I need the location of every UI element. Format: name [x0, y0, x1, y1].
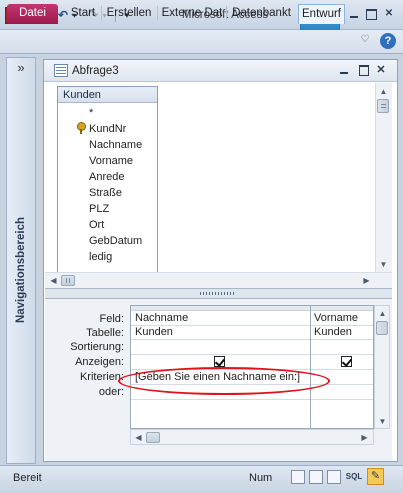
- tab-create[interactable]: Erstellen: [104, 4, 154, 24]
- scroll-right-icon[interactable]: ▶: [359, 273, 374, 288]
- field-item[interactable]: KundNr: [89, 121, 126, 137]
- navigation-pane-label[interactable]: Navigationsbereich: [6, 190, 36, 350]
- row-label-criteria: Kriterien:: [79, 371, 124, 383]
- grid-cell-table[interactable]: Kunden: [314, 325, 352, 339]
- row-label-table: Tabelle:: [86, 327, 124, 339]
- show-checkbox[interactable]: [341, 356, 352, 367]
- sql-view-icon[interactable]: SQL: [344, 470, 364, 484]
- navigation-pane-label-text: Navigationsbereich: [15, 216, 27, 324]
- datasheet-view-icon[interactable]: [291, 470, 305, 484]
- tab-design[interactable]: Entwurf: [298, 4, 345, 24]
- tab-divider: [226, 6, 227, 20]
- field-item[interactable]: Anrede: [89, 169, 124, 185]
- tab-database-tools[interactable]: Datenbankt: [229, 4, 294, 24]
- expand-chevron-icon[interactable]: »: [6, 60, 36, 76]
- tab-external-data[interactable]: Externe Dat: [160, 4, 224, 24]
- splitter-grip-icon[interactable]: [200, 292, 236, 295]
- scroll-down-icon[interactable]: ▼: [376, 257, 391, 272]
- tab-divider: [157, 6, 158, 20]
- scroll-left-icon[interactable]: ◀: [131, 430, 146, 445]
- scroll-left-icon[interactable]: ◀: [46, 273, 61, 288]
- scroll-up-icon[interactable]: ▲: [375, 306, 390, 321]
- scroll-right-icon[interactable]: ▶: [357, 430, 372, 445]
- scroll-up-icon[interactable]: ▲: [376, 84, 391, 99]
- field-item[interactable]: GebDatum: [89, 233, 142, 249]
- field-item[interactable]: Nachname: [89, 137, 142, 153]
- query-icon: [54, 64, 68, 77]
- tab-divider: [101, 6, 102, 20]
- tab-file[interactable]: Datei: [7, 4, 58, 24]
- grid-column-divider[interactable]: [310, 306, 311, 430]
- field-item[interactable]: Vorname: [89, 153, 133, 169]
- status-text: Bereit: [13, 472, 42, 484]
- scroll-down-icon[interactable]: ▼: [375, 414, 390, 429]
- design-grid-horizontal-scrollbar[interactable]: [130, 429, 374, 445]
- scroll-thumb[interactable]: [377, 99, 389, 113]
- close-icon[interactable]: ✕: [381, 6, 397, 22]
- num-lock-indicator: Num: [249, 472, 273, 484]
- annotation-highlight-ellipse: [118, 367, 330, 395]
- field-list-items: * KundNr Nachname Vorname Anrede Straße …: [62, 103, 156, 271]
- maximize-icon[interactable]: [363, 6, 379, 22]
- field-item[interactable]: PLZ: [89, 201, 109, 217]
- ribbon-tab-bar: [0, 30, 403, 54]
- scroll-thumb[interactable]: [146, 432, 160, 443]
- minimize-icon[interactable]: [346, 6, 362, 22]
- query-close-icon[interactable]: ✕: [374, 63, 388, 77]
- query-window-title: Abfrage3: [72, 65, 119, 77]
- row-label-sort: Sortierung:: [70, 341, 124, 353]
- field-item[interactable]: ledig: [89, 249, 112, 265]
- row-label-field: Feld:: [99, 313, 124, 325]
- scroll-thumb[interactable]: [376, 321, 388, 335]
- grid-cell-field[interactable]: Vorname: [314, 311, 358, 325]
- grid-row-divider: [131, 354, 373, 355]
- grid-cell-field[interactable]: Nachname: [135, 311, 188, 325]
- field-item[interactable]: *: [89, 105, 93, 121]
- table-pane-horizontal-scrollbar[interactable]: [45, 272, 392, 288]
- row-label-or: oder:: [98, 386, 124, 398]
- pivotchart-view-icon[interactable]: [327, 470, 341, 484]
- row-label-show: Anzeigen:: [75, 356, 124, 368]
- design-view-icon[interactable]: ✎: [367, 468, 384, 485]
- status-bar: [0, 465, 403, 493]
- grid-row-divider: [131, 399, 373, 400]
- scroll-thumb[interactable]: [61, 275, 75, 286]
- query-minimize-icon[interactable]: [337, 63, 351, 77]
- grid-row-divider: [131, 339, 373, 340]
- field-list-title[interactable]: Kunden: [58, 87, 157, 103]
- grid-cell-table[interactable]: Kunden: [135, 325, 173, 339]
- pivottable-view-icon[interactable]: [309, 470, 323, 484]
- help-icon[interactable]: ?: [380, 33, 396, 49]
- field-item[interactable]: Straße: [89, 185, 122, 201]
- ribbon-minimize-icon[interactable]: ♡: [358, 34, 372, 45]
- query-maximize-icon[interactable]: [356, 63, 370, 77]
- tab-start[interactable]: Start: [67, 4, 99, 24]
- field-item[interactable]: Ort: [89, 217, 104, 233]
- show-checkbox[interactable]: [214, 356, 225, 367]
